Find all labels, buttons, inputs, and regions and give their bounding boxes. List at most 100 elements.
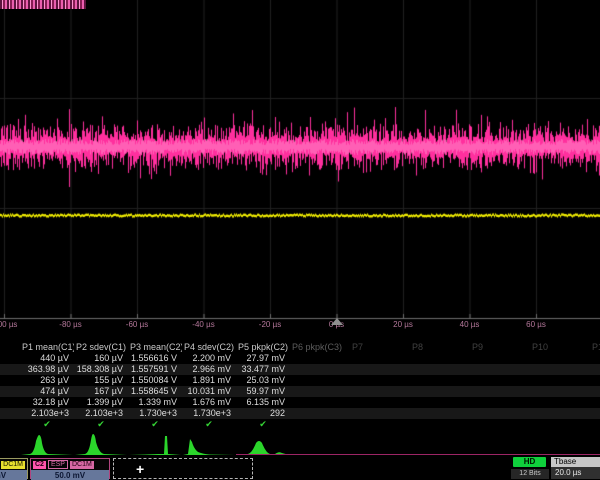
measure-cell: 263 µV bbox=[20, 375, 74, 386]
measure-cell bbox=[410, 408, 470, 419]
separator-line bbox=[236, 454, 600, 455]
plus-icon: + bbox=[136, 461, 144, 477]
c1-volts-per-div: 10.0 mV bbox=[0, 470, 27, 480]
measure-cell: 2.966 mV bbox=[182, 364, 236, 375]
measure-cell bbox=[470, 386, 530, 397]
measure-column-header-p5[interactable]: P5 pkpk(C2) bbox=[236, 342, 290, 353]
measure-cell bbox=[590, 364, 600, 375]
measure-cell: 10.031 mV bbox=[182, 386, 236, 397]
status-check-icon bbox=[470, 419, 530, 430]
measure-cell bbox=[590, 375, 600, 386]
time-tick-label: -20 µs bbox=[259, 320, 281, 329]
timebase-per-div: 20.0 µs bbox=[551, 467, 600, 479]
channel-c1-descriptor[interactable]: DC1M 10.0 mV bbox=[0, 458, 28, 479]
histicon-p4[interactable] bbox=[182, 431, 236, 457]
measure-column-header-p11[interactable]: P11 bbox=[590, 342, 600, 353]
status-check-icon bbox=[290, 419, 350, 430]
measure-cell bbox=[530, 408, 590, 419]
status-check-icon: ✔ bbox=[128, 419, 182, 430]
measure-row-max: 474 µV167 µV1.558645 V10.031 mV59.97 mV bbox=[0, 386, 600, 397]
measure-cell bbox=[410, 364, 470, 375]
measure-cell bbox=[350, 397, 410, 408]
measure-row-num: 2.103e+32.103e+31.730e+31.730e+3292 bbox=[0, 408, 600, 419]
measure-cell: 1.399 µV bbox=[74, 397, 128, 408]
measure-cell bbox=[470, 375, 530, 386]
measure-cell bbox=[470, 397, 530, 408]
measure-cell: 25.03 mV bbox=[236, 375, 290, 386]
measure-column-header-p2[interactable]: P2 sdev(C1) bbox=[74, 342, 128, 353]
status-check-icon bbox=[590, 419, 600, 430]
measure-cell bbox=[350, 408, 410, 419]
measure-cell bbox=[350, 353, 410, 364]
measure-cell: 160 µV bbox=[74, 353, 128, 364]
c2-label-chip: C2 bbox=[33, 461, 46, 469]
measure-cell: 27.97 mV bbox=[236, 353, 290, 364]
measure-cell: 59.97 mV bbox=[236, 386, 290, 397]
measure-cell bbox=[530, 386, 590, 397]
measure-cell: 32.18 µV bbox=[20, 397, 74, 408]
measure-cell: 2.200 mV bbox=[182, 353, 236, 364]
status-check-icon bbox=[410, 419, 470, 430]
measure-column-header-p10[interactable]: P10 bbox=[530, 342, 590, 353]
measure-column-header-p7[interactable]: P7 bbox=[350, 342, 410, 353]
measure-column-header-p8[interactable]: P8 bbox=[410, 342, 470, 353]
measure-column-header-p6[interactable]: P6 pkpk(C3) bbox=[290, 342, 350, 353]
c2-volts-per-div: 50.0 mV bbox=[31, 470, 109, 480]
measure-cell: 440 µV bbox=[20, 353, 74, 364]
measure-cell: 1.891 mV bbox=[182, 375, 236, 386]
measure-cell: 155 µV bbox=[74, 375, 128, 386]
measure-cell: 292 bbox=[236, 408, 290, 419]
measure-cell bbox=[530, 364, 590, 375]
measure-cell: 1.556616 V bbox=[128, 353, 182, 364]
measure-cell bbox=[290, 386, 350, 397]
measure-cell: 1.550084 V bbox=[128, 375, 182, 386]
measure-cell: 1.676 mV bbox=[182, 397, 236, 408]
time-tick-label: 40 µs bbox=[460, 320, 480, 329]
time-tick-label: -40 µs bbox=[192, 320, 214, 329]
measure-column-header-p9[interactable]: P9 bbox=[470, 342, 530, 353]
add-trace-button[interactable]: + bbox=[113, 458, 253, 479]
measure-cell bbox=[410, 353, 470, 364]
measure-column-header-p3[interactable]: P3 mean(C2) bbox=[128, 342, 182, 353]
measure-cell bbox=[530, 375, 590, 386]
measure-cell bbox=[350, 375, 410, 386]
histicon-p2[interactable] bbox=[74, 431, 128, 457]
measure-column-header-p1[interactable]: P1 mean(C1) bbox=[20, 342, 74, 353]
c2-esp-chip: ESP bbox=[48, 460, 68, 469]
measure-cell: 158.308 µV bbox=[74, 364, 128, 375]
time-tick-label: -100 µs bbox=[0, 320, 17, 329]
waveform-grid-canvas[interactable] bbox=[0, 0, 600, 336]
measure-cell bbox=[530, 397, 590, 408]
measure-cell bbox=[410, 375, 470, 386]
measure-column-header-p4[interactable]: P4 sdev(C2) bbox=[182, 342, 236, 353]
status-check-icon: ✔ bbox=[20, 419, 74, 430]
measure-cell: 2.103e+3 bbox=[74, 408, 128, 419]
measure-cell bbox=[350, 386, 410, 397]
measure-cell: 363.98 µV bbox=[20, 364, 74, 375]
oscilloscope-screen: -100 µs-80 µs-60 µs-40 µs-20 µs0 µs20 µs… bbox=[0, 0, 600, 480]
measure-row-sdev: 32.18 µV1.399 µV1.339 mV1.676 mV6.135 mV bbox=[0, 397, 600, 408]
measure-cell bbox=[410, 397, 470, 408]
measure-cell bbox=[590, 408, 600, 419]
measure-cell: 6.135 mV bbox=[236, 397, 290, 408]
measure-cell: 474 µV bbox=[20, 386, 74, 397]
trigger-position-marker[interactable] bbox=[331, 318, 343, 325]
timebase-descriptor[interactable]: Tbase 20.0 µs bbox=[551, 457, 600, 479]
measure-cell bbox=[290, 408, 350, 419]
time-tick-label: -80 µs bbox=[59, 320, 81, 329]
c1-coupling-chip: DC1M bbox=[1, 461, 25, 469]
status-check-icon bbox=[530, 419, 590, 430]
measure-cell bbox=[290, 353, 350, 364]
histicon-p1[interactable] bbox=[20, 431, 74, 457]
trace-annotation-badge bbox=[0, 0, 86, 9]
measure-cell: 1.557591 V bbox=[128, 364, 182, 375]
measure-cell: 2.103e+3 bbox=[20, 408, 74, 419]
channel-c2-descriptor[interactable]: C2 ESP DC1M 50.0 mV bbox=[30, 458, 110, 479]
measure-cell bbox=[590, 353, 600, 364]
measure-row-min: 263 µV155 µV1.550084 V1.891 mV25.03 mV bbox=[0, 375, 600, 386]
measure-cell bbox=[530, 353, 590, 364]
measure-cell bbox=[290, 364, 350, 375]
histicon-p3[interactable] bbox=[128, 431, 182, 457]
measure-cell: 1.558645 V bbox=[128, 386, 182, 397]
measure-cell: 1.730e+3 bbox=[182, 408, 236, 419]
